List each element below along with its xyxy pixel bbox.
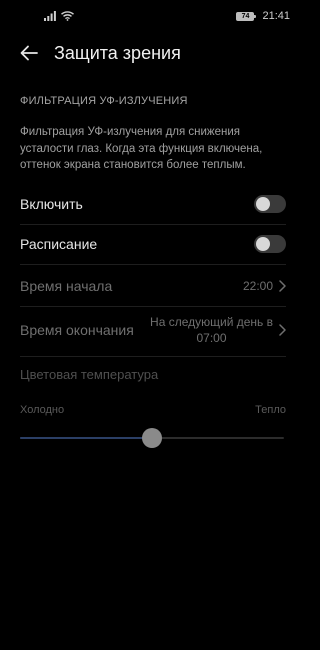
enable-toggle[interactable] [254, 195, 286, 213]
divider [20, 224, 286, 225]
start-time-value-wrap: 22:00 [243, 278, 286, 294]
chevron-right-icon [279, 280, 286, 292]
divider [20, 306, 286, 307]
section-description: Фильтрация УФ-излучения для снижения уст… [20, 126, 263, 171]
status-icons-left [44, 11, 74, 21]
slider-fill [20, 437, 152, 439]
end-time-label: Время окончания [20, 322, 134, 338]
enable-label: Включить [20, 196, 83, 212]
arrow-left-icon [20, 45, 38, 61]
enable-row[interactable]: Включить [20, 192, 286, 216]
color-temperature-slider[interactable] [20, 428, 284, 448]
end-time-value-wrap: На следующий день в 07:00 [150, 314, 286, 346]
clock: 21:41 [262, 10, 290, 22]
slider-thumb[interactable] [142, 428, 162, 448]
color-temperature-label: Цветовая температура [20, 366, 159, 382]
wifi-icon [61, 11, 74, 21]
end-time-row[interactable]: Время окончания На следующий день в 07:0… [20, 313, 286, 347]
chevron-right-icon [279, 324, 286, 336]
battery-icon: 74 [236, 11, 257, 21]
status-icons-right: 74 21:41 [236, 10, 290, 22]
toggle-knob [256, 197, 270, 211]
color-temperature-row: Цветовая температура [20, 364, 286, 384]
section-title: ФИЛЬТРАЦИЯ УФ-ИЗЛУЧЕНИЯ [20, 95, 188, 107]
divider [20, 356, 286, 357]
status-bar: 74 21:41 [0, 0, 304, 34]
app-header: Защита зрения [0, 36, 304, 70]
signal-icon [44, 11, 56, 21]
warm-label: Тепло [255, 404, 286, 416]
schedule-label: Расписание [20, 236, 98, 252]
start-time-label: Время начала [20, 278, 113, 294]
toggle-knob [256, 237, 270, 251]
start-time-value: 22:00 [242, 279, 273, 293]
slider-labels: Холодно Тепло [20, 404, 286, 416]
end-time-value-line2: 07:00 [196, 331, 227, 345]
schedule-row[interactable]: Расписание [20, 232, 286, 256]
cold-label: Холодно [20, 404, 65, 416]
end-time-value-line1: На следующий день в [150, 315, 273, 329]
end-time-value: На следующий день в 07:00 [150, 314, 273, 346]
divider [20, 264, 286, 265]
schedule-toggle[interactable] [254, 235, 286, 253]
start-time-row[interactable]: Время начала 22:00 [20, 274, 286, 298]
page-title: Защита зрения [54, 43, 181, 63]
back-button[interactable] [18, 42, 40, 64]
